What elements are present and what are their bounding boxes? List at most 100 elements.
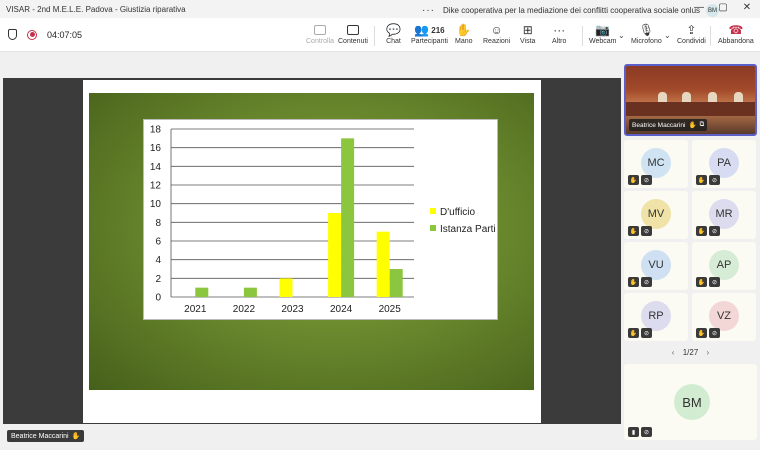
- chevron-down-icon[interactable]: ⌄: [618, 31, 625, 40]
- legend-label: D'ufficio: [440, 207, 476, 218]
- mano-label: Mano: [455, 38, 473, 45]
- legend-label: Istanza Parti: [440, 224, 496, 235]
- webcam-label: Webcam: [589, 38, 617, 45]
- y-tick-label: 6: [155, 237, 161, 248]
- chevron-left-icon[interactable]: ‹: [672, 348, 675, 357]
- reazioni-button[interactable]: ☺ Reazioni: [483, 22, 510, 45]
- mic-off-icon: ⊘: [641, 427, 652, 437]
- signal-icon: ▮: [628, 427, 639, 437]
- controlla-label: Controlla: [306, 38, 335, 45]
- hand-icon: ✋: [628, 175, 639, 185]
- y-tick-label: 10: [150, 199, 162, 210]
- hang-up-icon: ☎: [728, 23, 744, 37]
- hand-icon: ✋: [628, 226, 639, 236]
- window-title: VISAR - 2nd M.E.L.E. Padova - Giustizia …: [6, 5, 186, 14]
- toolbar-divider: [582, 26, 583, 46]
- self-avatar: BM: [674, 384, 710, 420]
- y-tick-label: 12: [150, 181, 162, 192]
- share-content-icon: [346, 25, 359, 35]
- partecipanti-button[interactable]: 👥 216 Partecipanti: [411, 22, 448, 45]
- recording-icon: [27, 29, 37, 40]
- mano-button[interactable]: ✋ Mano: [455, 22, 473, 45]
- share-icon: ⧉: [699, 121, 705, 128]
- participant-avatar: MC: [641, 148, 671, 178]
- bar-istanzaparti: [243, 287, 257, 297]
- self-view-tile[interactable]: BM ▮ ⊘: [624, 364, 757, 440]
- y-tick-label: 16: [150, 143, 162, 154]
- chevron-down-icon[interactable]: ⌄: [664, 31, 671, 40]
- people-icon: 👥: [414, 23, 430, 37]
- bar-istanzaparti: [341, 138, 355, 297]
- share-screen-icon: ⇪: [686, 23, 697, 37]
- bar-dufficio: [328, 213, 342, 297]
- mic-off-icon: ⊘: [641, 226, 652, 236]
- microfono-label: Microfono: [631, 38, 662, 45]
- participant-tile[interactable]: AP ✋ ⊘: [692, 242, 756, 290]
- chat-button[interactable]: 💬 Chat: [386, 22, 401, 45]
- participant-tile[interactable]: PA ✋ ⊘: [692, 140, 756, 188]
- title-bar: VISAR - 2nd M.E.L.E. Padova - Giustizia …: [0, 0, 760, 18]
- hand-icon: ✋: [696, 175, 707, 185]
- altro-label: Altro: [552, 38, 567, 45]
- meeting-toolbar: 04:07:05 Controlla Contenuti 💬 Chat 👥 216…: [0, 18, 760, 52]
- mic-off-icon: ⊘: [709, 175, 720, 185]
- smile-icon: ☺: [490, 23, 503, 37]
- participant-tile[interactable]: VZ ✋ ⊘: [692, 293, 756, 341]
- participant-avatar: MV: [641, 199, 671, 229]
- more-icon: ···: [553, 23, 566, 37]
- close-icon[interactable]: ✕: [740, 2, 754, 13]
- x-tick-label: 2023: [281, 304, 304, 315]
- hand-icon: ✋: [696, 328, 707, 338]
- participant-tile[interactable]: MR ✋ ⊘: [692, 191, 756, 239]
- shield-icon: [8, 29, 17, 40]
- controlla-button[interactable]: Controlla: [306, 22, 334, 45]
- vista-label: Vista: [520, 38, 536, 45]
- condividi-button[interactable]: ⇪ Condividi: [677, 22, 706, 45]
- x-tick-label: 2021: [184, 304, 207, 315]
- webcam-button[interactable]: 📷 Webcam: [589, 22, 617, 45]
- chevron-right-icon[interactable]: ›: [707, 348, 710, 357]
- hand-icon: ✋: [688, 122, 697, 129]
- mic-off-icon: ⊘: [709, 226, 720, 236]
- meeting-timer: 04:07:05: [47, 29, 83, 40]
- participant-avatar: PA: [709, 148, 739, 178]
- vista-button[interactable]: ⊞ Vista: [520, 22, 535, 45]
- participant-avatar: RP: [641, 301, 671, 331]
- mic-off-icon: ⊘: [641, 175, 652, 185]
- participant-tile[interactable]: RP ✋ ⊘: [624, 293, 688, 341]
- y-tick-label: 8: [155, 218, 161, 229]
- speaker-name: Beatrice Maccarini: [632, 121, 686, 129]
- condividi-label: Condividi: [677, 38, 706, 45]
- contenuti-button[interactable]: Contenuti: [338, 22, 368, 45]
- participant-tile[interactable]: MC ✋ ⊘: [624, 140, 688, 188]
- y-tick-label: 18: [150, 125, 162, 136]
- speaker-video-tile[interactable]: Beatrice Maccarini ✋ ⧉: [624, 64, 757, 136]
- mic-off-icon: ⊘: [641, 328, 652, 338]
- x-tick-label: 2022: [233, 304, 256, 315]
- leave-button[interactable]: ☎ Abbandona: [718, 22, 754, 45]
- mic-off-icon: ⊘: [641, 277, 652, 287]
- presenter-name: Beatrice Maccarini: [11, 432, 69, 440]
- minimize-icon[interactable]: —: [692, 2, 706, 13]
- bar-chart: 0 2 4 6 8 10 12 14 16 18 2021 2022 2023 2024 2025 D'uff…: [143, 119, 498, 320]
- bar-dufficio: [376, 231, 390, 297]
- org-info: ··· Dike cooperativa per la mediazione d…: [422, 4, 720, 17]
- reazioni-label: Reazioni: [483, 38, 511, 45]
- participant-tile[interactable]: VU ✋ ⊘: [624, 242, 688, 290]
- participant-avatar: AP: [709, 250, 739, 280]
- altro-button[interactable]: ··· Altro: [552, 22, 566, 45]
- pagination: ‹ 1/27 ›: [621, 348, 760, 357]
- more-options-icon[interactable]: ···: [422, 5, 435, 16]
- microfono-button[interactable]: 🎙 Microfono: [631, 22, 662, 45]
- bar-istanzaparti: [389, 269, 403, 297]
- hand-icon: ✋: [696, 277, 707, 287]
- raise-hand-icon: ✋: [456, 23, 472, 37]
- presenter-label: Beatrice Maccarini ✋: [7, 430, 85, 442]
- y-tick-label: 0: [155, 293, 161, 304]
- chat-label: Chat: [386, 38, 401, 45]
- y-tick-label: 4: [155, 255, 161, 266]
- maximize-icon[interactable]: ▢: [716, 2, 730, 13]
- participant-avatar: MR: [709, 199, 739, 229]
- participant-tile[interactable]: MV ✋ ⊘: [624, 191, 688, 239]
- mic-off-icon: ⊘: [709, 277, 720, 287]
